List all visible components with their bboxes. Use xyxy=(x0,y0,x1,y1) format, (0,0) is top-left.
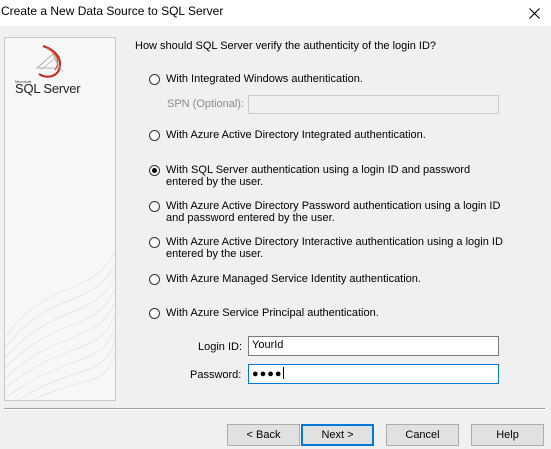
radio-button[interactable] xyxy=(149,237,160,248)
sql-server-logo-icon xyxy=(35,45,64,78)
radio-label: With SQL Server authentication using a l… xyxy=(166,164,471,188)
title-bar: Create a New Data Source to SQL Server xyxy=(0,0,551,26)
radio-button[interactable] xyxy=(149,130,160,141)
spn-input[interactable] xyxy=(248,95,499,114)
radio-button[interactable] xyxy=(149,201,160,212)
radio-label: With Azure Managed Service Identity auth… xyxy=(166,273,421,285)
back-button[interactable]: < Back xyxy=(227,424,300,446)
password-input[interactable]: ●●●● xyxy=(248,364,499,384)
radio-label: With Azure Active Directory Integrated a… xyxy=(166,129,426,141)
login-id-input[interactable]: YourId xyxy=(248,336,499,356)
close-icon xyxy=(529,8,540,19)
spn-label: SPN (Optional): xyxy=(167,98,245,110)
radio-label: With Integrated Windows authentication. xyxy=(166,73,363,85)
radio-button-selected[interactable] xyxy=(149,165,160,176)
close-button[interactable] xyxy=(518,0,551,26)
radio-button[interactable] xyxy=(149,274,160,285)
login-id-label: Login ID: xyxy=(198,341,243,353)
radio-label: With Azure Active Directory Password aut… xyxy=(166,200,501,224)
next-button[interactable]: Next > xyxy=(301,424,374,446)
radio-label: With Azure Service Principal authenticat… xyxy=(166,307,379,319)
separator-highlight xyxy=(4,409,545,410)
text-caret xyxy=(282,367,284,379)
password-label: Password: xyxy=(190,369,242,381)
auth-question: How should SQL Server verify the authent… xyxy=(135,40,437,52)
password-mask: ●●●● xyxy=(252,368,283,380)
radio-label: With Azure Active Directory Interactive … xyxy=(166,236,503,260)
sidebar-logo-panel: Microsoft SQL Server xyxy=(4,37,116,401)
help-button[interactable]: Help xyxy=(471,424,544,446)
radio-button[interactable] xyxy=(149,308,160,319)
window-title: Create a New Data Source to SQL Server xyxy=(1,4,224,18)
radio-button[interactable] xyxy=(149,74,160,85)
cancel-button[interactable]: Cancel xyxy=(386,424,459,446)
logo-sql-server-text: SQL Server xyxy=(15,81,81,96)
